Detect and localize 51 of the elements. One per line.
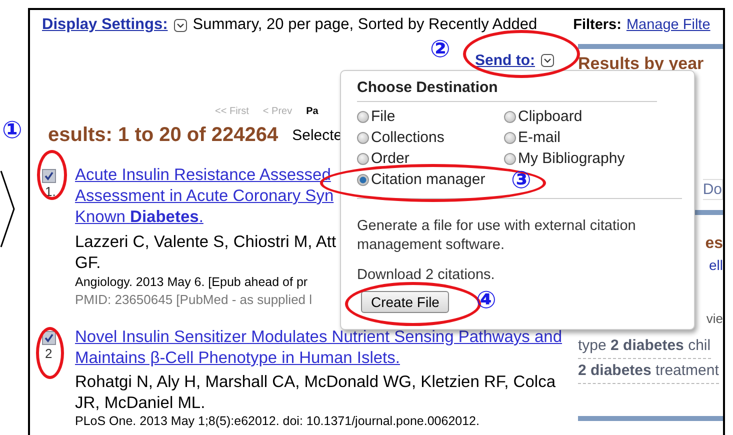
popup-title: Choose Destination (357, 79, 657, 102)
send-to-link[interactable]: Send to: (475, 52, 535, 68)
sidebar-box: Do (702, 179, 723, 200)
display-settings-link[interactable]: Display Settings: (42, 16, 168, 34)
option-label[interactable]: My Bibliography (518, 150, 625, 167)
article-title-link[interactable]: Acute Insulin Resistance Assessed Assessment in Acute Coronary Syn Known Diabetes. (75, 165, 336, 228)
filters-label: Filters: (573, 17, 622, 33)
dropdown-icon[interactable] (174, 18, 187, 32)
radio-button[interactable] (357, 132, 369, 144)
popup-description: Generate a file for use with external citation management software. (357, 217, 637, 255)
article-title-link[interactable]: Novel Insulin Sensitizer Modulates Nutrient Sensing Pathways and Maintains β-Cell Phenotype in Human Islets. (75, 327, 562, 369)
checkbox[interactable] (42, 331, 56, 345)
pmid-text: PMID: 23650645 [PubMed - as supplied l (75, 291, 314, 309)
author-list: Rohatgi N, Aly H, Marshall CA, McDonald WG, Kletzien RF, Colca JR, McDaniel ML. (75, 372, 562, 414)
step-number: ③ (511, 166, 532, 194)
radio-button[interactable] (504, 110, 516, 122)
search-suggestion-link[interactable]: type 2 diabetes chil (578, 334, 711, 359)
manage-filters-link[interactable]: Manage Filte (626, 17, 710, 33)
step-number: ① (2, 116, 22, 144)
sidebar-text: vie (706, 311, 723, 326)
step-number: ④ (476, 286, 496, 314)
radio-button[interactable] (357, 174, 369, 186)
option-label[interactable]: E-mail (518, 129, 561, 146)
display-settings-value: Summary, 20 per page, Sorted by Recently Added (192, 16, 538, 34)
radio-button[interactable] (504, 132, 516, 144)
option-label[interactable]: Collections (371, 129, 444, 146)
step-number: ② (430, 35, 450, 63)
sidebar-link[interactable]: ell (708, 257, 723, 273)
option-label[interactable]: Citation manager (371, 171, 486, 188)
option-label[interactable]: Order (371, 150, 410, 167)
highlight-ring (37, 150, 67, 200)
radio-button[interactable] (357, 152, 369, 164)
pagination-link[interactable]: Pa (306, 106, 318, 116)
journal-citation: Angiology. 2013 May 6. [Epub ahead of pr (75, 274, 309, 291)
journal-citation: PLoS One. 2013 May 1;8(5):e62012. doi: 10.1371/journal.pone.0062012. (75, 414, 480, 429)
create-file-button[interactable]: Create File (361, 291, 450, 313)
author-list: Lazzeri C, Valente S, Chiostri M, Att GF. (75, 232, 336, 274)
highlight-ring (36, 327, 64, 379)
chevron-icon (0, 170, 16, 248)
download-count: Download 2 citations. (357, 267, 496, 283)
dropdown-icon[interactable] (541, 54, 554, 66)
sidebar-heading: es (705, 235, 723, 253)
radio-button[interactable] (357, 110, 369, 122)
radio-button[interactable] (504, 152, 516, 164)
search-suggestion-link[interactable]: 2 diabetes treatment (578, 359, 719, 384)
result-number: 2 (45, 346, 52, 361)
checkbox[interactable] (42, 169, 56, 183)
selected-label: Selecte (292, 126, 342, 144)
results-count: esults: 1 to 20 of 224264 (48, 124, 278, 146)
option-label[interactable]: Clipboard (518, 108, 582, 125)
option-label[interactable]: File (371, 108, 396, 125)
